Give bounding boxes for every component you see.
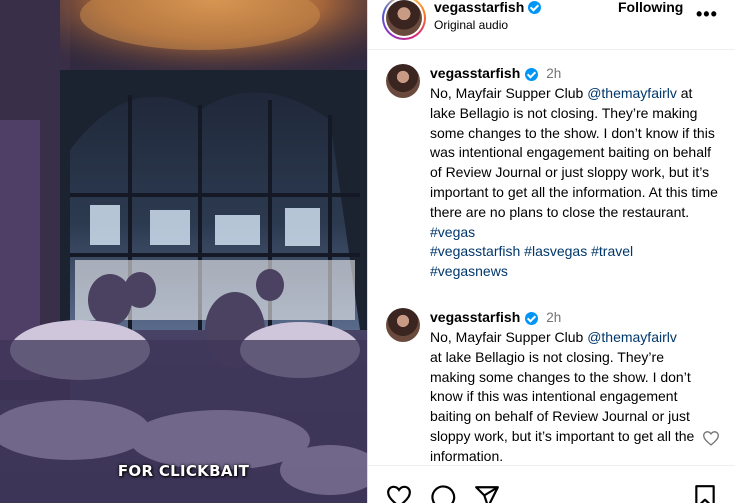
hashtag-link[interactable]: #travel	[591, 243, 633, 259]
audio-link[interactable]: Original audio	[434, 18, 508, 32]
comment-icon[interactable]	[430, 484, 456, 503]
hashtag-link[interactable]: #vegas	[430, 224, 475, 240]
hashtag-link[interactable]: #vegasstarfish	[430, 243, 520, 259]
mention-link[interactable]: @themayfairlv	[587, 329, 677, 345]
hashtag-link[interactable]: #vegasnews	[430, 263, 508, 279]
mention-link[interactable]: @themayfairlv	[587, 85, 677, 101]
avatar	[386, 0, 422, 36]
more-options-icon[interactable]: •••	[696, 4, 718, 25]
header-username-row[interactable]: vegasstarfish	[434, 0, 542, 15]
video-caption: FOR CLICKBAIT	[117, 462, 250, 480]
post-sidebar: vegasstarfish Original audio Following •…	[367, 0, 735, 503]
comment-time[interactable]: 2h	[546, 308, 561, 328]
verified-badge-icon	[528, 0, 542, 14]
heart-icon[interactable]	[386, 484, 412, 503]
video-frame	[0, 0, 367, 503]
header-username[interactable]: vegasstarfish	[434, 0, 524, 15]
comment-username[interactable]: vegasstarfish	[430, 64, 520, 84]
verified-badge-icon	[525, 67, 539, 81]
comment-time[interactable]: 2h	[546, 64, 561, 84]
video-player[interactable]: FOR CLICKBAIT	[0, 0, 367, 503]
bookmark-icon[interactable]	[694, 484, 716, 503]
post-header: vegasstarfish Original audio Following •…	[368, 0, 735, 50]
comment-like-heart-icon[interactable]	[702, 430, 720, 446]
hashtag-link[interactable]: #lasvegas	[524, 243, 587, 259]
share-icon[interactable]	[474, 484, 500, 503]
comment-avatar[interactable]	[386, 64, 420, 98]
comment-text: No, Mayfair Supper Club @themayfairlv at…	[430, 85, 718, 280]
following-button[interactable]: Following	[618, 0, 683, 15]
comment-text: No, Mayfair Supper Club @themayfairlv at …	[430, 329, 695, 464]
comment-username[interactable]: vegasstarfish	[430, 308, 520, 328]
action-bar	[368, 465, 735, 503]
story-ring-avatar[interactable]	[382, 0, 426, 40]
comment-avatar[interactable]	[386, 308, 420, 342]
verified-badge-icon	[525, 311, 539, 325]
